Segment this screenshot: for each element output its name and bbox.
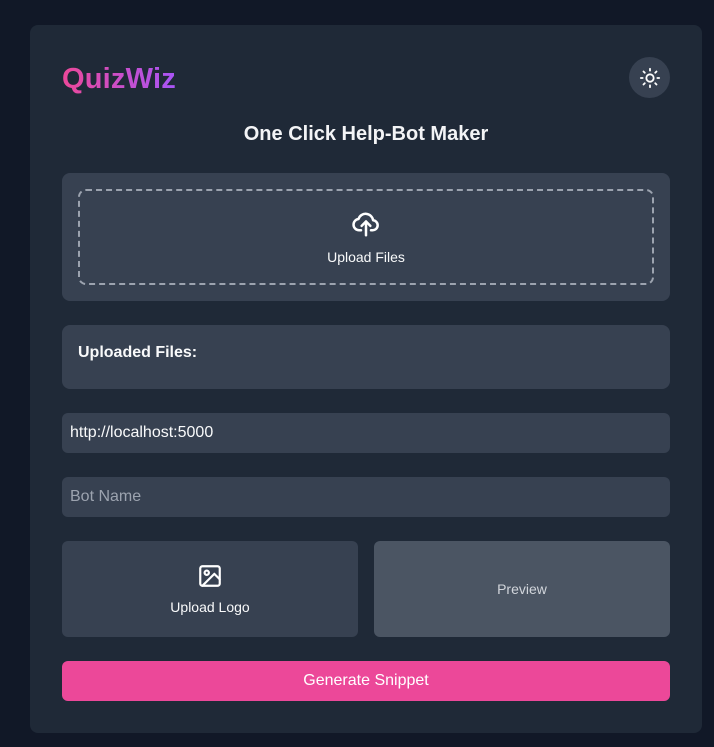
uploaded-files-heading: Uploaded Files:: [78, 344, 198, 361]
cloud-upload-icon: [352, 212, 379, 237]
page-title: One Click Help-Bot Maker: [243, 123, 489, 145]
theme-toggle-button[interactable]: [629, 57, 670, 98]
main-card: QuizWiz One Click Help-Bot Maker Upload …: [30, 25, 702, 733]
image-icon: [199, 565, 221, 587]
sun-icon: [639, 67, 660, 88]
upload-panel: Upload Files: [62, 173, 670, 301]
uploaded-files-panel: Uploaded Files:: [62, 325, 670, 389]
upload-files-label: Upload Files: [327, 249, 405, 265]
upload-logo-button[interactable]: Upload Logo: [62, 541, 358, 637]
upload-files-dropzone[interactable]: Upload Files: [78, 189, 654, 285]
upload-logo-label: Upload Logo: [170, 599, 250, 615]
preview-box: Preview: [374, 541, 670, 637]
server-url-input[interactable]: [62, 413, 670, 453]
preview-label: Preview: [497, 581, 547, 597]
generate-snippet-button[interactable]: Generate Snippet: [62, 661, 670, 701]
app-logo: QuizWiz: [62, 63, 176, 95]
bot-name-input[interactable]: [62, 477, 670, 517]
